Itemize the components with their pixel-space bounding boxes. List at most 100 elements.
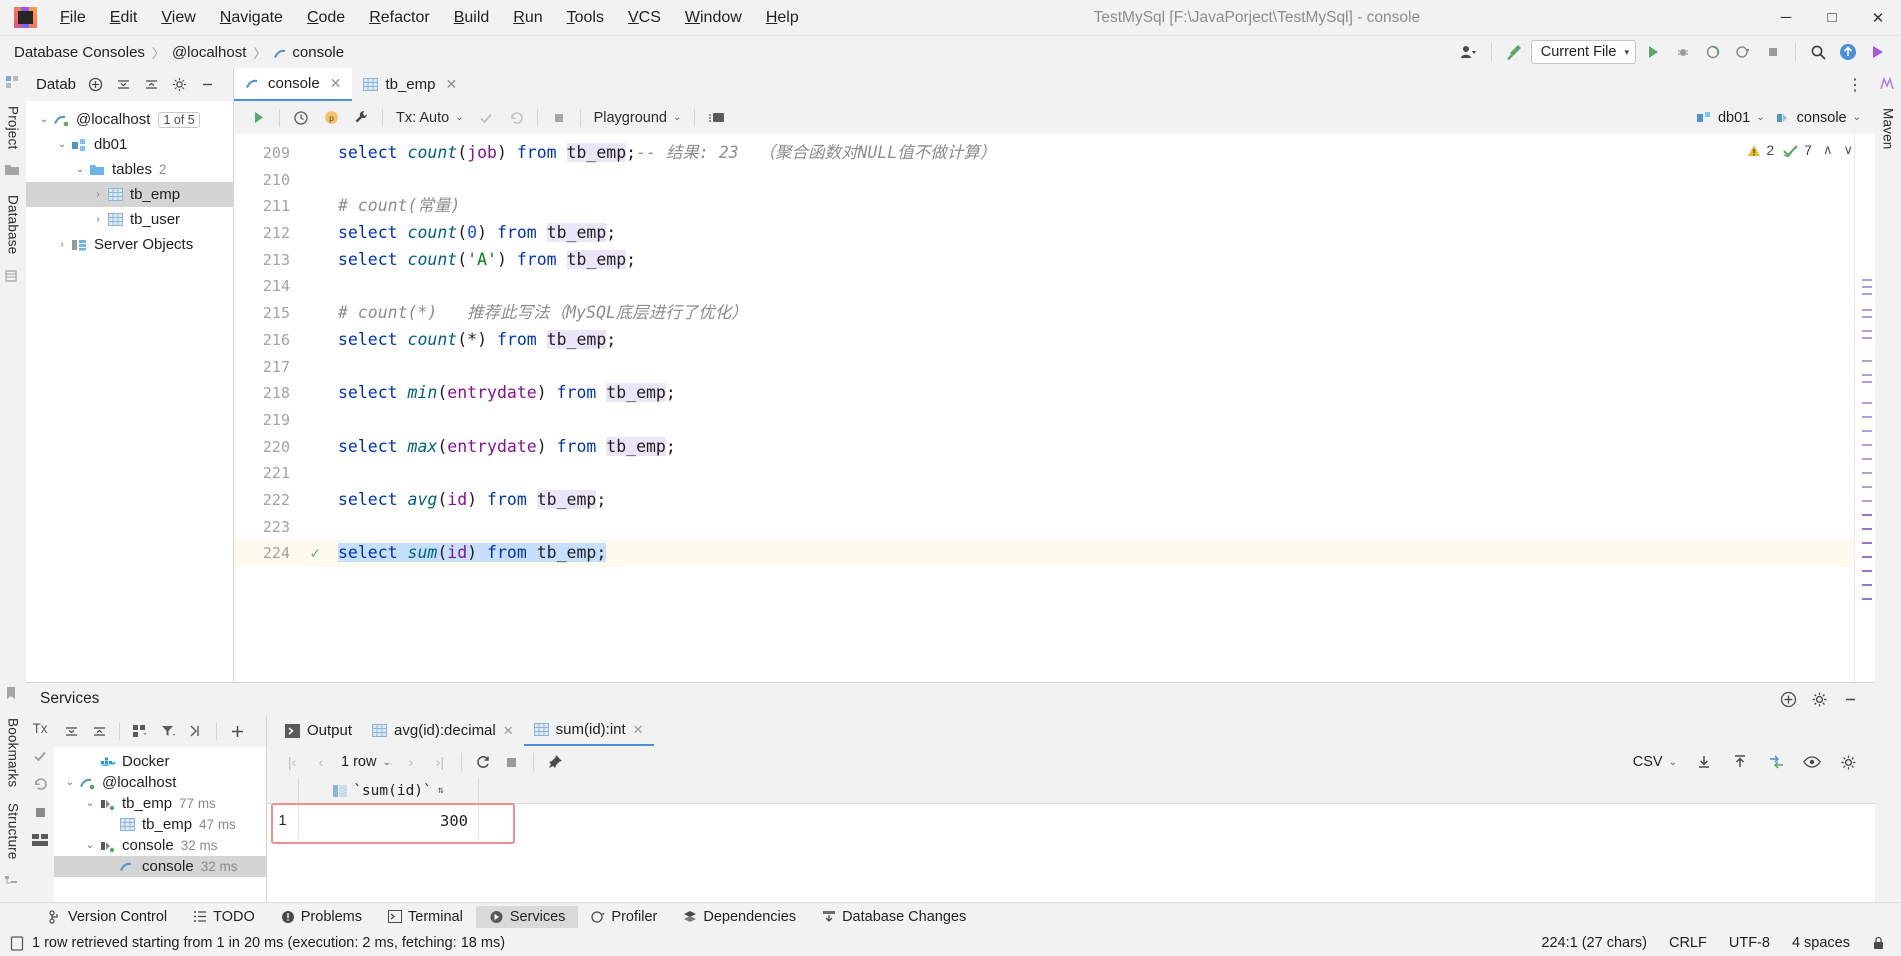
user-account-icon[interactable] xyxy=(1456,40,1482,64)
tree-expander-icon[interactable]: ⌄ xyxy=(62,777,78,788)
rail-item-project[interactable]: Project xyxy=(6,98,21,157)
tool-window-problems[interactable]: Problems xyxy=(268,906,375,928)
close-tab-icon[interactable]: ✕ xyxy=(330,75,342,92)
rollback-icon[interactable] xyxy=(31,775,49,793)
download-icon[interactable] xyxy=(1691,750,1717,774)
services-tree-item-console[interactable]: console 32 ms xyxy=(54,856,266,877)
hide-services-icon[interactable] xyxy=(1842,691,1859,708)
build-hammer-icon[interactable] xyxy=(1501,40,1527,64)
tree-expander-icon[interactable]: › xyxy=(90,214,106,225)
view-as-icon[interactable] xyxy=(1799,750,1825,774)
export-format-selector[interactable]: CSV ⌄ xyxy=(1629,754,1681,770)
code-text-area[interactable]: select count(job) from tb_emp;-- 结果: 23 … xyxy=(330,134,1854,682)
close-button[interactable]: ✕ xyxy=(1855,1,1901,35)
open-in-new-window-icon[interactable] xyxy=(183,719,209,743)
hide-panel-icon[interactable] xyxy=(198,76,216,94)
db-tree-item-serverobjects[interactable]: › Server Objects xyxy=(26,232,233,257)
compare-icon[interactable] xyxy=(1763,750,1789,774)
last-page-button[interactable]: ›| xyxy=(427,750,453,774)
add-service-icon[interactable] xyxy=(1780,691,1797,708)
data-editor-settings-icon[interactable] xyxy=(702,105,730,131)
code-line[interactable]: select avg(id) from tb_emp; xyxy=(330,487,1854,514)
services-tree-item-localhost[interactable]: ⌄ @localhost xyxy=(54,772,266,793)
editor-tab-console[interactable]: console ✕ xyxy=(234,68,353,101)
settings-gear-icon[interactable] xyxy=(1811,691,1828,708)
menu-item-build[interactable]: Build xyxy=(442,5,502,31)
previous-problem-icon[interactable]: ∧ xyxy=(1823,142,1833,158)
gear-icon[interactable] xyxy=(170,76,188,94)
db-tree-item-tb_user[interactable]: › tb_user xyxy=(26,207,233,232)
expand-all-icon[interactable] xyxy=(86,719,112,743)
tool-window-version-control[interactable]: Version Control xyxy=(36,906,180,928)
tool-window-dependencies[interactable]: Dependencies xyxy=(670,906,809,928)
menu-item-run[interactable]: Run xyxy=(501,5,554,31)
services-tree-item-tb_emp[interactable]: ⌄ tb_emp 77 ms xyxy=(54,793,266,814)
menu-item-view[interactable]: View xyxy=(149,5,207,31)
code-line[interactable] xyxy=(330,514,1854,541)
updates-icon[interactable] xyxy=(1835,40,1861,64)
next-problem-icon[interactable]: ∨ xyxy=(1843,142,1853,158)
tree-expander-icon[interactable]: ⌄ xyxy=(54,139,70,150)
result-grid[interactable]: `sum(id)` ⇅ 1 300 xyxy=(267,778,1875,902)
code-editor[interactable]: 209 210 211 212 213 214 215 216 217 218 219 220 221 2… xyxy=(234,134,1875,682)
parameters-icon[interactable]: p xyxy=(317,105,345,131)
services-tree-item-tb_emp[interactable]: tb_emp 47 ms xyxy=(54,814,266,835)
code-line[interactable]: select count(*) from tb_emp; xyxy=(330,327,1854,354)
rail-item-database[interactable]: Database xyxy=(6,187,21,262)
code-line[interactable] xyxy=(330,460,1854,487)
error-stripe[interactable] xyxy=(1855,134,1875,682)
editor-tabs-more-icon[interactable]: ⋮ xyxy=(1847,75,1875,95)
breadcrumb-item-console[interactable]: console xyxy=(292,44,344,61)
code-line[interactable] xyxy=(330,407,1854,434)
menu-item-navigate[interactable]: Navigate xyxy=(208,5,295,31)
expand-all-icon[interactable] xyxy=(142,76,160,94)
code-line[interactable]: select count(job) from tb_emp;-- 结果: 23 … xyxy=(330,140,1854,167)
code-line[interactable]: select max(entrydate) from tb_emp; xyxy=(330,434,1854,461)
close-tab-icon[interactable]: ✕ xyxy=(445,76,457,93)
rows-count-selector[interactable]: 1 row ⌄ xyxy=(337,754,395,770)
inspection-widget[interactable]: 2 7 ∧ ∨ xyxy=(1747,142,1853,158)
code-line[interactable] xyxy=(330,167,1854,194)
table-row[interactable]: 1 300 xyxy=(267,804,1875,838)
menu-item-file[interactable]: File xyxy=(48,5,98,31)
maven-icon[interactable] xyxy=(1879,76,1897,94)
close-tab-icon[interactable]: ✕ xyxy=(633,722,644,738)
rail-item-bookmarks[interactable]: Bookmarks xyxy=(6,710,21,795)
tool-window-database-changes[interactable]: Database Changes xyxy=(809,906,979,928)
db-tree-item-localhost[interactable]: ⌄ @localhost 1 of 5 xyxy=(26,107,233,132)
tree-expander-icon[interactable]: › xyxy=(90,189,106,200)
tool-window-todo[interactable]: TODO xyxy=(180,906,268,928)
stop-query-button[interactable] xyxy=(545,105,573,131)
tool-window-services[interactable]: Services xyxy=(475,905,579,928)
code-line[interactable]: select count('A') from tb_emp; xyxy=(330,247,1854,274)
run-configuration-selector[interactable]: Current File ▾ xyxy=(1530,40,1636,64)
collapse-all-icon[interactable] xyxy=(114,76,132,94)
editor-tab-tb_emp[interactable]: tb_emp ✕ xyxy=(352,68,468,101)
cell-sum-id[interactable]: 300 xyxy=(299,804,479,838)
stop-button[interactable] xyxy=(1760,40,1786,64)
first-page-button[interactable]: |‹ xyxy=(279,750,305,774)
code-line[interactable] xyxy=(330,273,1854,300)
profile-button[interactable] xyxy=(1730,40,1756,64)
caret-position[interactable]: 224:1 (27 chars) xyxy=(1541,935,1647,951)
result-tab-output[interactable]: Output xyxy=(275,715,362,746)
tree-expander-icon[interactable]: ⌄ xyxy=(82,840,98,851)
breadcrumb-item-database-consoles[interactable]: Database Consoles xyxy=(14,44,145,61)
query-history-icon[interactable] xyxy=(287,105,315,131)
playground-selector[interactable]: Playground ⌄ xyxy=(588,110,688,126)
add-data-source-icon[interactable] xyxy=(86,76,104,94)
stop-loading-icon[interactable] xyxy=(499,750,525,774)
code-line[interactable]: # count(*) 推荐此写法（MySQL底层进行了优化） xyxy=(330,300,1854,327)
code-line[interactable]: select min(entrydate) from tb_emp; xyxy=(330,380,1854,407)
statement-executed-icon[interactable]: ✓ xyxy=(300,540,330,567)
db-tree-item-db01[interactable]: ⌄ db01 xyxy=(26,132,233,157)
line-separator[interactable]: CRLF xyxy=(1669,935,1707,951)
ai-assistant-icon[interactable] xyxy=(1865,40,1891,64)
tool-window-terminal[interactable]: Terminal xyxy=(375,906,476,928)
db-tree-item-tables[interactable]: ⌄ tables 2 xyxy=(26,157,233,182)
tree-expander-icon[interactable]: ⌄ xyxy=(72,164,88,175)
rail-item-structure[interactable]: Structure xyxy=(6,795,21,868)
rail-item-maven[interactable]: Maven xyxy=(1881,100,1896,158)
menu-item-refactor[interactable]: Refactor xyxy=(357,5,441,31)
menu-item-code[interactable]: Code xyxy=(295,5,357,31)
